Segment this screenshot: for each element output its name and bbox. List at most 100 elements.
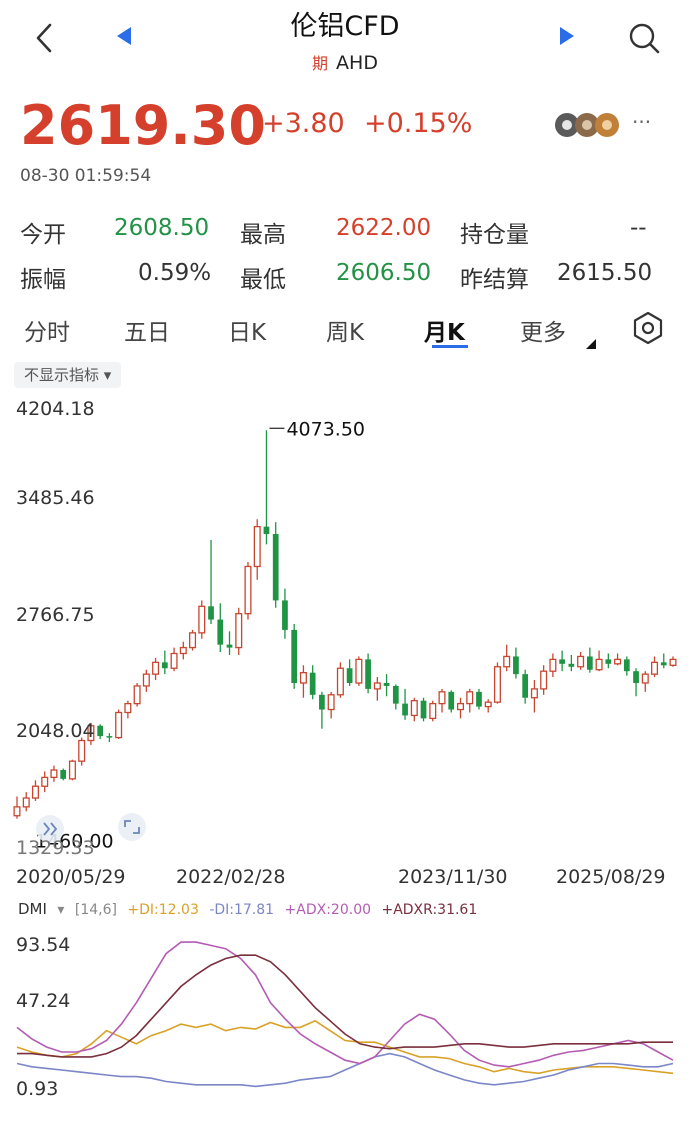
candle-body	[633, 671, 639, 683]
prev-settle-label: 昨结算	[460, 267, 529, 293]
candle-body	[31, 785, 39, 799]
dmi-series-line	[16, 1019, 674, 1075]
candle-body	[179, 646, 187, 655]
tab-monthly-k[interactable]: 月K	[424, 313, 465, 347]
last-price: 2619.30	[20, 94, 266, 157]
candle-body	[365, 659, 371, 689]
instrument-code-text: AHD	[336, 52, 378, 74]
candle-body	[540, 670, 548, 690]
candlestick-chart[interactable]: 4073.501460.00	[0, 395, 690, 865]
dmi-series-line	[16, 941, 674, 1068]
candle-body	[50, 769, 58, 779]
tab-weekly-k[interactable]: 周K	[326, 313, 364, 347]
user-avatars-icon[interactable]	[554, 112, 624, 138]
dmi-series-line	[17, 954, 673, 1058]
dmi-legend: DMI ▾ [14,6] +DI:12.03 -DI:17.81 +ADX:20…	[18, 900, 483, 918]
candle-body	[641, 673, 649, 684]
tab-daily-k[interactable]: 日K	[228, 313, 266, 347]
next-instrument-icon[interactable]	[556, 25, 578, 47]
page-title: 伦铝CFD	[290, 11, 400, 42]
dmi-params: [14,6]	[74, 902, 117, 918]
candle-body	[346, 668, 353, 683]
candle-body	[410, 700, 418, 717]
candle-body	[170, 652, 178, 669]
x-tick-label: 2022/02/28	[176, 866, 286, 888]
candle-body	[669, 658, 677, 666]
low-label: 最低	[240, 267, 286, 293]
dmi-caret-icon[interactable]: ▾	[57, 902, 64, 918]
settings-icon[interactable]	[630, 310, 666, 346]
candle-body	[327, 694, 335, 711]
candle-body	[13, 806, 21, 817]
candle-body	[253, 526, 261, 568]
x-tick-label: 2020/05/29	[16, 866, 126, 888]
open-label: 今开	[20, 222, 66, 248]
candle-body	[448, 691, 455, 710]
candle-body	[530, 688, 538, 699]
candle-body	[22, 797, 30, 808]
open-value: 2608.50	[114, 215, 210, 241]
candle-body	[429, 702, 437, 720]
candle-body	[476, 691, 482, 707]
candle-body	[60, 770, 67, 779]
x-tick-label: 2023/11/30	[398, 866, 508, 888]
candle-body	[549, 658, 557, 672]
candle-body	[133, 685, 141, 705]
candle-body	[142, 673, 150, 687]
legend-plus-di: +DI:12.03	[127, 902, 199, 918]
y-tick-label: 3485.46	[16, 487, 95, 509]
more-options-icon[interactable]: ···	[632, 110, 651, 134]
x-tick-label: 2025/08/29	[556, 866, 666, 888]
low-value: 2606.50	[336, 260, 432, 286]
candle-body	[577, 655, 585, 668]
dmi-series-line	[16, 1052, 674, 1088]
tab-more[interactable]: 更多	[520, 313, 566, 347]
legend-minus-di: -DI:17.81	[209, 902, 275, 918]
candle-body	[319, 694, 325, 710]
candle-body	[97, 725, 104, 737]
high-label: 最高	[240, 222, 286, 248]
tab-intraday[interactable]: 分时	[24, 313, 70, 347]
candle-body	[392, 685, 399, 704]
candle-body	[623, 659, 630, 672]
dmi-selector[interactable]: DMI	[18, 900, 47, 918]
quote-timestamp: 08-30 01:59:54	[20, 166, 152, 186]
search-icon[interactable]	[626, 20, 662, 56]
candle-body	[217, 619, 224, 645]
tab-five-day[interactable]: 五日	[124, 313, 170, 347]
candle-body	[198, 605, 206, 634]
candle-body	[309, 672, 316, 695]
candle-body	[438, 691, 446, 705]
fullscreen-icon[interactable]	[118, 813, 146, 841]
candle-body	[402, 703, 408, 716]
candle-body	[235, 613, 243, 649]
price-change-percent: +0.15%	[364, 108, 473, 139]
candle-body	[189, 632, 197, 649]
futures-tag-icon: 期	[312, 54, 329, 73]
candle-body	[503, 655, 511, 668]
candle-body	[41, 776, 49, 787]
candle-body	[614, 658, 622, 665]
candle-body	[568, 663, 575, 667]
candle-body	[291, 629, 298, 683]
candle-body	[78, 739, 86, 762]
candle-body	[336, 667, 344, 696]
dmi-y-tick: 47.24	[16, 990, 71, 1012]
candle-body	[106, 736, 113, 738]
open-interest-value: --	[630, 215, 647, 241]
dmi-chart[interactable]	[0, 925, 690, 1105]
indicator-selector[interactable]: 不显示指标 ▾	[14, 362, 122, 388]
candle-body	[493, 666, 501, 703]
candle-body	[660, 662, 667, 666]
candle-body	[383, 682, 390, 686]
candle-body	[456, 702, 465, 711]
instrument-code: 期 AHD	[0, 50, 690, 74]
y-tick-label: 1329.33	[16, 837, 95, 859]
y-tick-label: 2766.75	[16, 604, 95, 626]
candle-body	[484, 701, 492, 708]
candle-body	[299, 672, 307, 684]
legend-adx: +ADX:20.00	[284, 902, 372, 918]
candle-body	[68, 760, 76, 780]
dmi-y-tick: 93.54	[16, 934, 71, 956]
candle-body	[208, 606, 214, 620]
